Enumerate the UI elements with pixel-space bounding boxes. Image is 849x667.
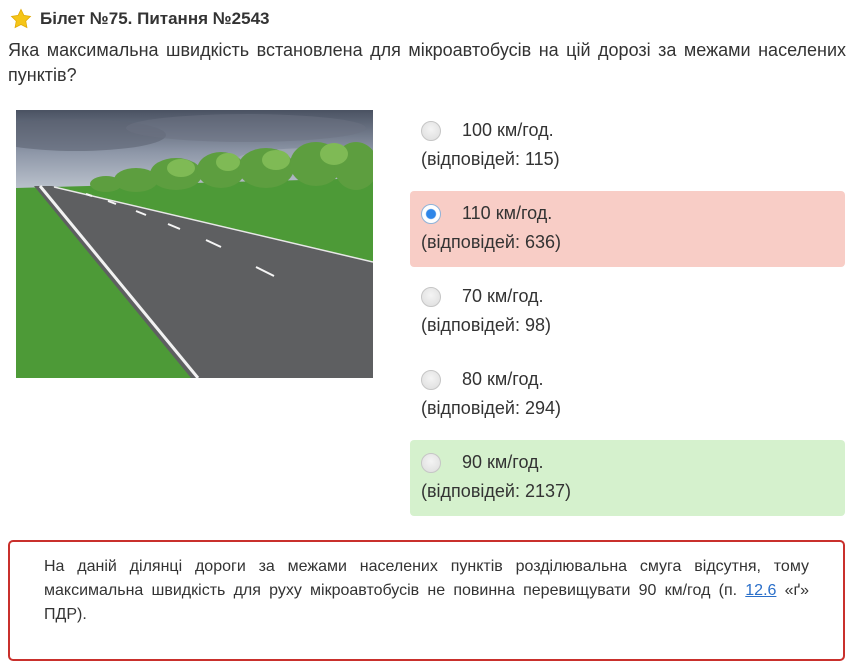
explanation-box: На даній ділянці дороги за межами населе… xyxy=(8,540,845,661)
answer-count: (відповідей: 294) xyxy=(421,398,561,418)
answer-count: (відповідей: 636) xyxy=(421,232,561,252)
answer-option-1[interactable]: 100 км/год. (відповідей: 115) xyxy=(410,108,845,184)
answer-count: (відповідей: 2137) xyxy=(421,481,571,501)
star-icon[interactable] xyxy=(10,8,32,30)
answer-label: 70 км/год. xyxy=(462,286,544,306)
road-image xyxy=(16,110,373,378)
radio-button[interactable] xyxy=(421,287,441,307)
question-header: Білет №75. Питання №2543 xyxy=(10,8,270,30)
ticket-title: Білет №75. Питання №2543 xyxy=(40,9,270,28)
answer-count: (відповідей: 115) xyxy=(421,149,560,169)
answer-list: 100 км/год. (відповідей: 115) 110 км/год… xyxy=(410,108,845,523)
answer-option-3[interactable]: 70 км/год. (відповідей: 98) xyxy=(410,274,845,350)
radio-button[interactable] xyxy=(421,121,441,141)
answer-label: 110 км/год. xyxy=(462,203,553,223)
explanation-text: На даній ділянці дороги за межами населе… xyxy=(44,558,809,599)
answer-label: 80 км/год. xyxy=(462,369,544,389)
radio-button-selected[interactable] xyxy=(421,204,441,224)
answer-option-5[interactable]: 90 км/год. (відповідей: 2137) xyxy=(410,440,845,516)
answer-label: 90 км/год. xyxy=(462,452,544,472)
answer-option-4[interactable]: 80 км/год. (відповідей: 294) xyxy=(410,357,845,433)
radio-button[interactable] xyxy=(421,453,441,473)
answer-label: 100 км/год. xyxy=(462,120,554,140)
answer-count: (відповідей: 98) xyxy=(421,315,551,335)
question-text: Яка максимальна швидкість встановлена дл… xyxy=(8,40,846,85)
rule-link[interactable]: 12.6 xyxy=(745,582,776,599)
radio-button[interactable] xyxy=(421,370,441,390)
answer-option-2[interactable]: 110 км/год. (відповідей: 636) xyxy=(410,191,845,267)
